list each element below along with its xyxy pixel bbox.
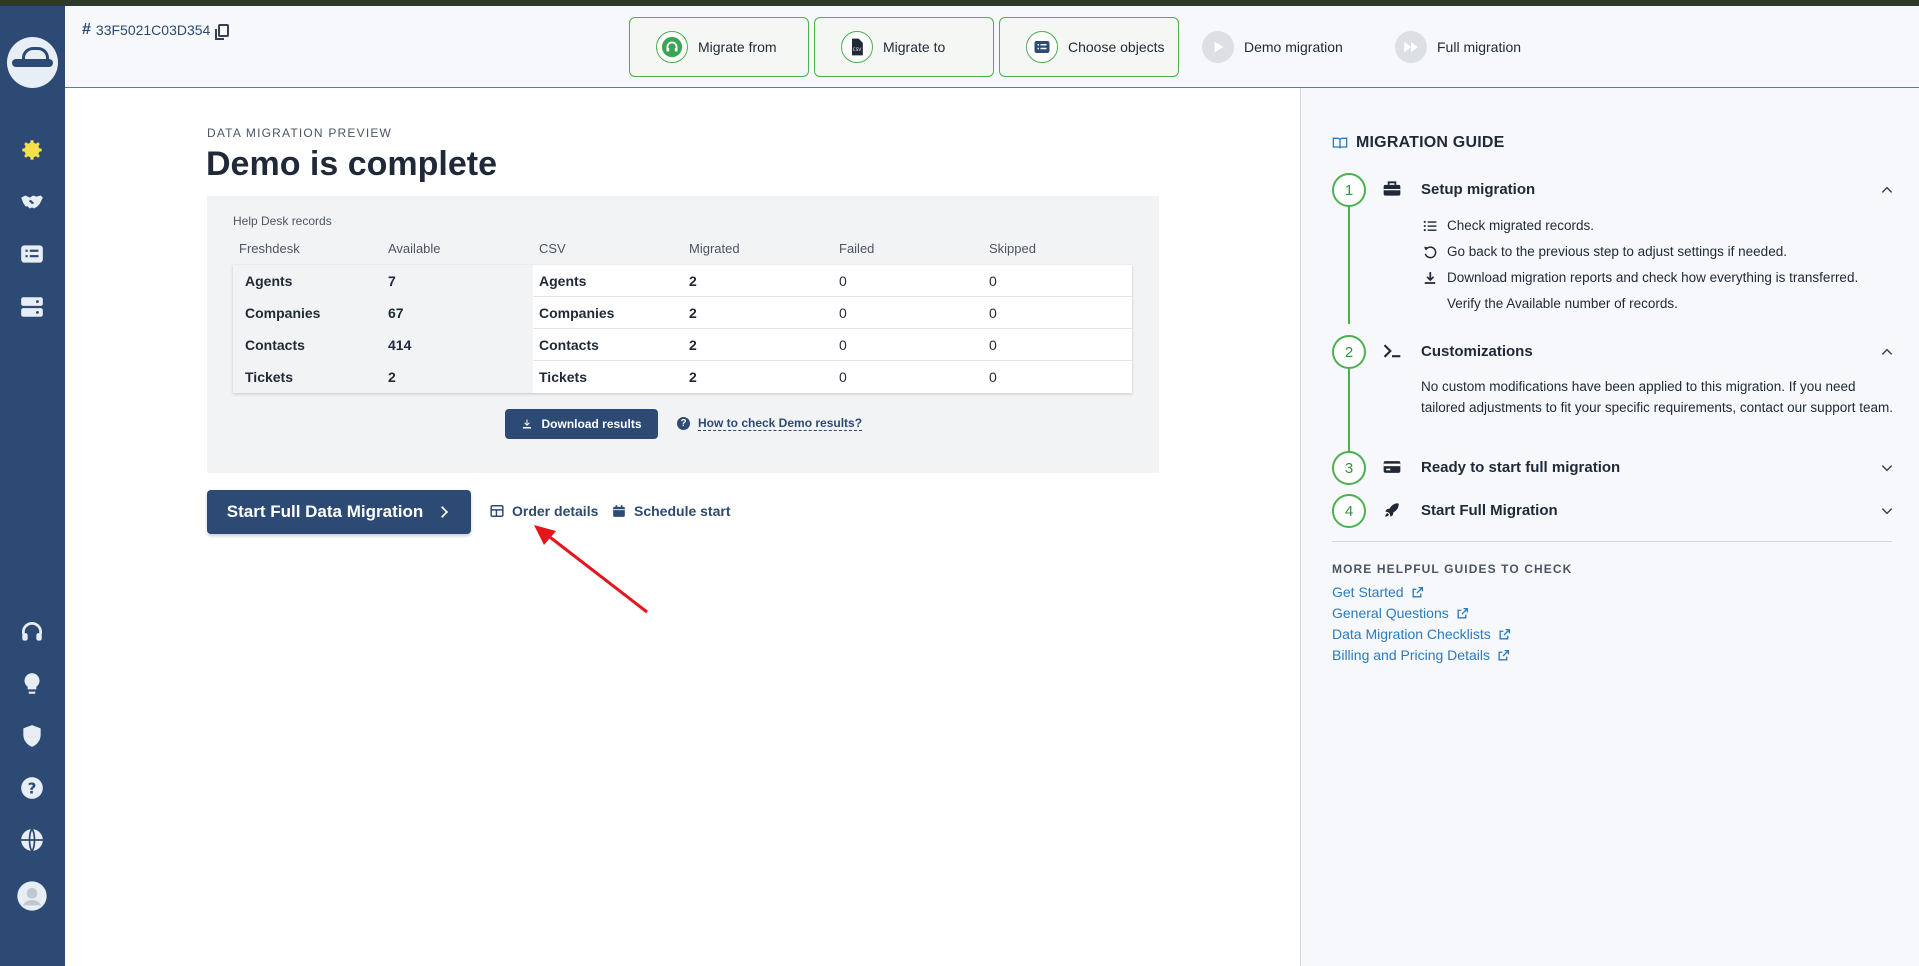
guide-link-get-started[interactable]: Get Started [1332,584,1424,600]
records-caption: Help Desk records [233,214,332,228]
column-header: Skipped [989,241,1036,256]
question-icon[interactable]: ? [14,770,50,806]
fast-forward-icon [1395,31,1427,63]
column-header: Migrated [689,241,740,256]
how-to-check-demo-link[interactable]: ? How to check Demo results? [677,416,863,431]
download-results-button[interactable]: Download results [505,409,658,439]
table-row: Agents 7 Agents 2 0 0 [233,265,1132,297]
column-header: Failed [839,241,875,256]
step-number: 2 [1332,335,1366,369]
step-migrate-from[interactable]: Migrate from [629,17,809,77]
results-table: Agents 7 Agents 2 0 0 Companies 67 Compa… [233,265,1132,393]
chevron-right-icon [441,506,449,518]
list-icon[interactable] [14,236,50,272]
csv-file-icon: CSV [841,31,873,63]
download-icon [1424,271,1436,284]
guide-timeline [1348,206,1350,324]
list-step-icon [1026,31,1058,63]
page-title: Demo is complete [206,145,497,183]
guide-item: Download migration reports and check how… [1423,270,1858,285]
schedule-start-button[interactable]: Schedule start [612,503,730,519]
svg-text:?: ? [28,779,37,797]
guide-section-start-full[interactable]: Start Full Migration [1421,502,1558,519]
step-choose-objects[interactable]: Choose objects [999,17,1179,77]
column-header: CSV [539,241,566,256]
step-number: 3 [1332,451,1366,485]
section-eyebrow: DATA MIGRATION PREVIEW [207,126,393,140]
external-link-icon [1498,649,1510,661]
play-icon [1202,31,1234,63]
undo-icon [1424,245,1437,258]
shield-icon[interactable] [14,718,50,754]
guide-section-ready[interactable]: Ready to start full migration [1421,459,1620,476]
chevron-down-icon[interactable] [1880,504,1894,518]
order-details-button[interactable]: Order details [490,503,598,519]
guide-timeline [1348,368,1350,453]
calendar-icon [613,505,625,517]
avatar-icon[interactable] [14,878,50,914]
headset-icon[interactable] [14,614,50,650]
handshake-icon[interactable] [14,184,50,220]
app-logo[interactable] [7,37,58,88]
guide-link-checklists[interactable]: Data Migration Checklists [1332,626,1511,642]
briefcase-icon [1381,178,1403,200]
annotation-arrow [534,525,648,614]
guide-item: Go back to the previous step to adjust s… [1423,244,1787,259]
question-circle-icon: ? [677,417,690,430]
guide-section-setup[interactable]: Setup migration [1421,181,1535,198]
guide-link-billing[interactable]: Billing and Pricing Details [1332,647,1510,663]
terminal-icon [1381,340,1403,362]
lightbulb-icon[interactable] [14,666,50,702]
guide-section-customizations[interactable]: Customizations [1421,343,1533,360]
table-row: Companies 67 Companies 2 0 0 [233,297,1132,329]
column-header: Freshdesk [239,241,300,256]
guide-title: MIGRATION GUIDE [1332,134,1504,152]
svg-text:CSV: CSV [853,47,862,52]
start-full-migration-button[interactable]: Start Full Data Migration [207,490,471,534]
chevron-up-icon[interactable] [1880,183,1894,197]
guide-item: Verify the Available number of records. [1447,296,1678,311]
demo-results-panel: Help Desk records Freshdesk Available CS… [207,196,1159,473]
sidebar: ? [0,6,65,966]
more-guides-title: MORE HELPFUL GUIDES TO CHECK [1332,562,1573,576]
download-icon [523,419,532,429]
external-link-icon [1457,607,1468,619]
external-link-icon [1499,628,1510,640]
table-row: Tickets 2 Tickets 2 0 0 [233,361,1132,393]
table-icon [490,505,504,517]
step-full-migration[interactable]: Full migration [1395,17,1521,77]
step-number: 1 [1332,173,1366,207]
migration-guide-panel: MIGRATION GUIDE 1 Setup migration Check … [1300,88,1919,966]
chevron-up-icon[interactable] [1880,345,1894,359]
step-number: 4 [1332,494,1366,528]
divider [1332,541,1892,542]
server-icon[interactable] [14,289,50,325]
customizations-text: No custom modifications have been applie… [1421,379,1893,415]
guide-link-general-questions[interactable]: General Questions [1332,605,1469,621]
guide-item: Check migrated records. [1423,218,1594,233]
chevron-down-icon[interactable] [1880,461,1894,475]
column-header: Available [388,241,441,256]
order-id: # 33F5021C03D354 [82,21,230,40]
globe-icon[interactable] [14,822,50,858]
hash-icon: # [82,21,91,38]
external-link-icon [1412,586,1423,598]
gear-icon[interactable] [14,132,50,168]
headset-step-icon [656,31,688,63]
book-icon [1332,137,1348,149]
credit-card-icon [1381,456,1403,478]
step-demo-migration[interactable]: Demo migration [1202,17,1343,77]
list-bullets-icon [1423,220,1437,231]
copy-icon[interactable] [215,23,230,40]
order-id-text: 33F5021C03D354 [95,22,211,38]
wizard-header: # 33F5021C03D354 Migrate from CSV Migrat… [65,6,1919,88]
rocket-icon [1381,499,1403,521]
table-row: Contacts 414 Contacts 2 0 0 [233,329,1132,361]
step-migrate-to[interactable]: CSV Migrate to [814,17,994,77]
